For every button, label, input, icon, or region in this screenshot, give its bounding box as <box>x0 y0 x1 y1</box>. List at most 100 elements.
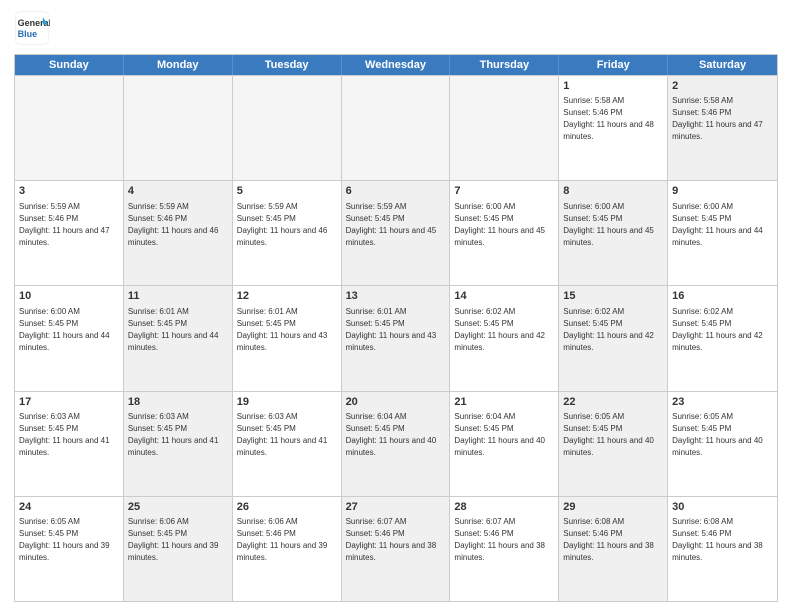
sunset: Sunset: 5:45 PM <box>128 319 187 328</box>
week-row-0: 1 Sunrise: 5:58 AM Sunset: 5:46 PM Daylight… <box>15 75 777 180</box>
sunrise: Sunrise: 5:58 AM <box>563 96 624 105</box>
cell-0-5: 1Sunrise: 5:58 AMSunset: 5:46 PMDaylight… <box>559 76 668 180</box>
daylight: Daylight: 11 hours and 45 minutes. <box>563 226 654 247</box>
cell-1-0: 3Sunrise: 5:59 AMSunset: 5:46 PMDaylight… <box>15 181 124 285</box>
cell-3-2: 19Sunrise: 6:03 AMSunset: 5:45 PMDayligh… <box>233 392 342 496</box>
daylight: Daylight: 11 hours and 43 minutes. <box>346 331 437 352</box>
daylight: Daylight: 11 hours and 40 minutes. <box>454 436 545 457</box>
sunrise: Sunrise: 6:05 AM <box>672 412 733 421</box>
day-number: 6 <box>346 184 446 199</box>
cell-4-2: 26Sunrise: 6:06 AMSunset: 5:46 PMDayligh… <box>233 497 342 601</box>
sunset: Sunset: 5:45 PM <box>346 424 405 433</box>
daylight: Daylight: 11 hours and 38 minutes. <box>563 541 654 562</box>
svg-text:Blue: Blue <box>18 29 38 39</box>
daylight: Daylight: 11 hours and 41 minutes. <box>19 436 110 457</box>
sunrise: Sunrise: 6:01 AM <box>237 307 298 316</box>
sunrise: Sunrise: 6:04 AM <box>454 412 515 421</box>
day-number: 4 <box>128 184 228 199</box>
sunset: Sunset: 5:45 PM <box>672 214 731 223</box>
day-number: 25 <box>128 500 228 515</box>
calendar: Sunday Monday Tuesday Wednesday Thursday… <box>14 54 778 602</box>
day-number: 18 <box>128 395 228 410</box>
calendar-header: Sunday Monday Tuesday Wednesday Thursday… <box>15 55 777 75</box>
cell-2-6: 16Sunrise: 6:02 AMSunset: 5:45 PMDayligh… <box>668 286 777 390</box>
daylight: Daylight: 11 hours and 43 minutes. <box>237 331 328 352</box>
day-number: 21 <box>454 395 554 410</box>
day-number: 28 <box>454 500 554 515</box>
day-number: 2 <box>672 79 773 94</box>
cell-1-4: 7Sunrise: 6:00 AMSunset: 5:45 PMDaylight… <box>450 181 559 285</box>
cell-1-2: 5Sunrise: 5:59 AMSunset: 5:45 PMDaylight… <box>233 181 342 285</box>
sunrise: Sunrise: 6:00 AM <box>672 202 733 211</box>
sunrise: Sunrise: 6:00 AM <box>19 307 80 316</box>
daylight: Daylight: 11 hours and 46 minutes. <box>237 226 328 247</box>
daylight: Daylight: 11 hours and 39 minutes. <box>19 541 110 562</box>
sunrise: Sunrise: 6:05 AM <box>19 517 80 526</box>
sunset: Sunset: 5:46 PM <box>672 108 731 117</box>
sunrise: Sunrise: 6:04 AM <box>346 412 407 421</box>
daylight: Daylight: 11 hours and 42 minutes. <box>563 331 654 352</box>
daylight: Daylight: 11 hours and 48 minutes. <box>563 120 654 141</box>
cell-3-5: 22Sunrise: 6:05 AMSunset: 5:45 PMDayligh… <box>559 392 668 496</box>
sunset: Sunset: 5:45 PM <box>672 424 731 433</box>
cell-2-4: 14Sunrise: 6:02 AMSunset: 5:45 PMDayligh… <box>450 286 559 390</box>
sunrise: Sunrise: 5:59 AM <box>346 202 407 211</box>
cell-2-3: 13Sunrise: 6:01 AMSunset: 5:45 PMDayligh… <box>342 286 451 390</box>
sunset: Sunset: 5:45 PM <box>346 319 405 328</box>
daylight: Daylight: 11 hours and 46 minutes. <box>128 226 219 247</box>
sunrise: Sunrise: 6:00 AM <box>563 202 624 211</box>
daylight: Daylight: 11 hours and 44 minutes. <box>672 226 763 247</box>
week-row-4: 24Sunrise: 6:05 AMSunset: 5:45 PMDayligh… <box>15 496 777 601</box>
cell-2-2: 12Sunrise: 6:01 AMSunset: 5:45 PMDayligh… <box>233 286 342 390</box>
col-thursday: Thursday <box>450 55 559 75</box>
day-number: 23 <box>672 395 773 410</box>
daylight: Daylight: 11 hours and 40 minutes. <box>672 436 763 457</box>
daylight: Daylight: 11 hours and 45 minutes. <box>346 226 437 247</box>
sunset: Sunset: 5:45 PM <box>672 319 731 328</box>
col-sunday: Sunday <box>15 55 124 75</box>
sunset: Sunset: 5:46 PM <box>563 529 622 538</box>
sunset: Sunset: 5:45 PM <box>237 424 296 433</box>
day-number: 13 <box>346 289 446 304</box>
day-number: 22 <box>563 395 663 410</box>
sunset: Sunset: 5:45 PM <box>237 319 296 328</box>
daylight: Daylight: 11 hours and 38 minutes. <box>454 541 545 562</box>
sunset: Sunset: 5:45 PM <box>346 214 405 223</box>
sunrise: Sunrise: 6:08 AM <box>563 517 624 526</box>
sunset: Sunset: 5:45 PM <box>237 214 296 223</box>
sunset: Sunset: 5:45 PM <box>128 529 187 538</box>
sunrise: Sunrise: 6:06 AM <box>237 517 298 526</box>
col-tuesday: Tuesday <box>233 55 342 75</box>
daylight: Daylight: 11 hours and 44 minutes. <box>19 331 110 352</box>
header: General Blue <box>14 10 778 46</box>
sunset: Sunset: 5:45 PM <box>563 424 622 433</box>
day-number: 30 <box>672 500 773 515</box>
col-monday: Monday <box>124 55 233 75</box>
sunset: Sunset: 5:45 PM <box>454 424 513 433</box>
daylight: Daylight: 11 hours and 38 minutes. <box>346 541 437 562</box>
sunrise: Sunrise: 6:03 AM <box>128 412 189 421</box>
week-row-1: 3Sunrise: 5:59 AMSunset: 5:46 PMDaylight… <box>15 180 777 285</box>
week-row-3: 17Sunrise: 6:03 AMSunset: 5:45 PMDayligh… <box>15 391 777 496</box>
sunset: Sunset: 5:45 PM <box>19 529 78 538</box>
cell-3-3: 20Sunrise: 6:04 AMSunset: 5:45 PMDayligh… <box>342 392 451 496</box>
cell-0-1 <box>124 76 233 180</box>
cell-1-3: 6 Sunrise: 5:59 AM Sunset: 5:45 PM Daylight… <box>342 181 451 285</box>
sunset: Sunset: 5:45 PM <box>128 424 187 433</box>
cell-3-4: 21 Sunrise: 6:04 AM Sunset: 5:45 PM Dayligh… <box>450 392 559 496</box>
cell-3-1: 18Sunrise: 6:03 AMSunset: 5:45 PMDayligh… <box>124 392 233 496</box>
sunset: Sunset: 5:46 PM <box>454 529 513 538</box>
cell-2-5: 15Sunrise: 6:02 AMSunset: 5:45 PMDayligh… <box>559 286 668 390</box>
page: General Blue Sunday Monday Tuesday Wedne… <box>0 0 792 612</box>
day-number: 16 <box>672 289 773 304</box>
cell-4-4: 28Sunrise: 6:07 AMSunset: 5:46 PMDayligh… <box>450 497 559 601</box>
sunset: Sunset: 5:45 PM <box>19 319 78 328</box>
daylight: Daylight: 11 hours and 47 minutes. <box>672 120 763 141</box>
sunrise: Sunrise: 6:02 AM <box>454 307 515 316</box>
sunset: Sunset: 5:46 PM <box>346 529 405 538</box>
sunset: Sunset: 5:46 PM <box>672 529 731 538</box>
daylight: Daylight: 11 hours and 40 minutes. <box>563 436 654 457</box>
day-number: 1 <box>563 79 663 94</box>
cell-0-6: 2Sunrise: 5:58 AMSunset: 5:46 PMDaylight… <box>668 76 777 180</box>
cell-3-0: 17Sunrise: 6:03 AMSunset: 5:45 PMDayligh… <box>15 392 124 496</box>
